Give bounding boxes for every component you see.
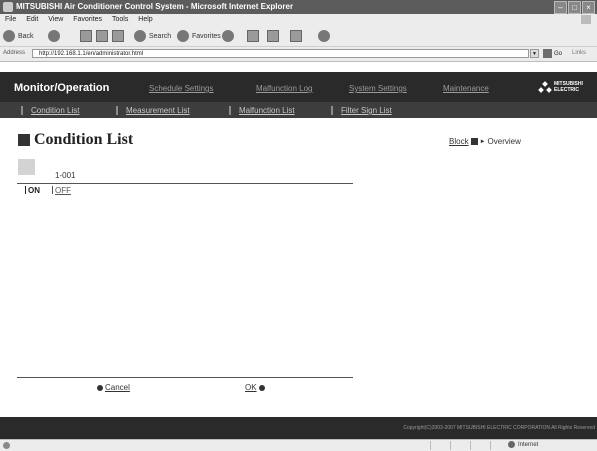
cancel-button[interactable]: Cancel <box>97 383 130 392</box>
address-dropdown-icon[interactable]: ▼ <box>530 49 539 58</box>
overview-label[interactable]: Overview <box>488 137 521 146</box>
off-button[interactable]: OFF <box>52 186 71 195</box>
menu-favorites[interactable]: Favorites <box>73 16 102 23</box>
subnav-filter-sign-list[interactable]: Filter Sign List <box>341 106 392 115</box>
secondary-nav: Condition List Measurement List Malfunct… <box>0 102 597 118</box>
forward-button[interactable] <box>48 29 63 43</box>
forward-arrow-icon <box>48 30 60 42</box>
ie-icon <box>3 2 13 12</box>
print-icon <box>267 30 279 42</box>
messenger-icon <box>318 30 330 42</box>
primary-nav: Monitor/Operation Schedule Settings Malf… <box>0 72 597 101</box>
on-off-controls: ON OFF <box>25 186 71 195</box>
menu-tools[interactable]: Tools <box>112 16 128 23</box>
nav-separator <box>331 106 333 115</box>
subnav-malfunction-list[interactable]: Malfunction List <box>239 106 295 115</box>
menu-help[interactable]: Help <box>138 16 152 23</box>
ok-button[interactable]: OK <box>245 383 265 392</box>
refresh-button[interactable] <box>96 29 108 43</box>
history-button[interactable] <box>222 29 237 43</box>
arrow-right-icon: ► <box>479 138 486 145</box>
square-icon <box>470 138 478 145</box>
block-link[interactable]: Block <box>449 137 469 146</box>
three-diamonds-icon <box>538 80 552 93</box>
view-switch: Block ► Overview <box>449 137 521 146</box>
nav-malfunction-log[interactable]: Malfunction Log <box>256 84 312 93</box>
back-arrow-icon <box>3 30 15 42</box>
nav-separator <box>229 106 231 115</box>
browser-toolbar: Back Search Favorites <box>0 25 597 47</box>
copyright-text: Copyright(C)2003-2007 MITSUBISHI ELECTRI… <box>403 425 595 431</box>
stop-button[interactable] <box>80 29 92 43</box>
security-zone: Internet <box>508 441 538 448</box>
home-icon <box>112 30 124 42</box>
address-label: Address <box>3 50 26 56</box>
status-separator <box>490 441 491 450</box>
mitsubishi-logo: MITSUBISHI ELECTRIC <box>538 80 583 93</box>
links-toolbar[interactable]: Links <box>572 50 586 56</box>
mail-icon <box>247 30 259 42</box>
subnav-condition-list[interactable]: Condition List <box>31 106 79 115</box>
window-title: MITSUBISHI Air Conditioner Control Syste… <box>16 2 294 11</box>
status-bar: Internet <box>0 439 597 451</box>
title-square-icon <box>18 134 30 146</box>
page-status-icon <box>3 442 10 449</box>
on-button[interactable]: ON <box>25 186 40 195</box>
divider <box>17 183 353 184</box>
subnav-measurement-list[interactable]: Measurement List <box>126 106 190 115</box>
home-button[interactable] <box>112 29 124 43</box>
messenger-button[interactable] <box>318 29 333 43</box>
menu-bar: File Edit View Favorites Tools Help <box>0 14 597 25</box>
history-icon <box>222 30 234 42</box>
bullet-icon <box>97 384 103 391</box>
status-separator <box>430 441 431 450</box>
nav-separator <box>21 106 23 115</box>
favorites-button[interactable]: Favorites <box>177 29 221 43</box>
nav-maintenance[interactable]: Maintenance <box>443 84 489 93</box>
menu-edit[interactable]: Edit <box>26 16 38 23</box>
back-button[interactable]: Back <box>3 29 34 43</box>
page-title: Condition List <box>18 131 133 149</box>
edit-button[interactable] <box>290 29 302 43</box>
nav-schedule-settings[interactable]: Schedule Settings <box>149 84 214 93</box>
mail-button[interactable] <box>247 29 259 43</box>
divider <box>17 377 353 378</box>
nav-system-settings[interactable]: System Settings <box>349 84 407 93</box>
status-separator <box>450 441 451 450</box>
go-arrow-icon <box>543 49 552 58</box>
search-icon <box>134 30 146 42</box>
bullet-icon <box>258 384 265 391</box>
address-bar: Address http://192.168.1.1/en/administra… <box>0 47 597 62</box>
indoor-unit-icon[interactable] <box>18 159 35 175</box>
print-button[interactable] <box>267 29 279 43</box>
page-footer: Copyright(C)2003-2007 MITSUBISHI ELECTRI… <box>0 417 597 439</box>
refresh-icon <box>96 30 108 42</box>
app-navbar: Monitor/Operation Schedule Settings Malf… <box>0 72 597 118</box>
favorites-star-icon <box>177 30 189 42</box>
brand-monitor-operation[interactable]: Monitor/Operation <box>14 82 109 94</box>
globe-icon <box>508 441 515 448</box>
stop-icon <box>80 30 92 42</box>
edit-icon <box>290 30 302 42</box>
unit-name: 1-001 <box>55 171 76 180</box>
web-page: Monitor/Operation Schedule Settings Malf… <box>0 62 597 439</box>
address-input[interactable]: http://192.168.1.1/en/administrator.html <box>32 49 529 58</box>
nav-separator <box>116 106 118 115</box>
go-button[interactable]: Go <box>543 49 562 58</box>
maximize-button[interactable]: □ <box>568 1 581 14</box>
minimize-button[interactable]: – <box>554 1 567 14</box>
status-separator <box>470 441 471 450</box>
window-title-bar: MITSUBISHI Air Conditioner Control Syste… <box>0 0 597 14</box>
search-button[interactable]: Search <box>134 29 171 43</box>
menu-file[interactable]: File <box>5 16 16 23</box>
menu-view[interactable]: View <box>48 16 63 23</box>
close-button[interactable]: × <box>582 1 595 14</box>
windows-logo-icon <box>581 15 591 24</box>
